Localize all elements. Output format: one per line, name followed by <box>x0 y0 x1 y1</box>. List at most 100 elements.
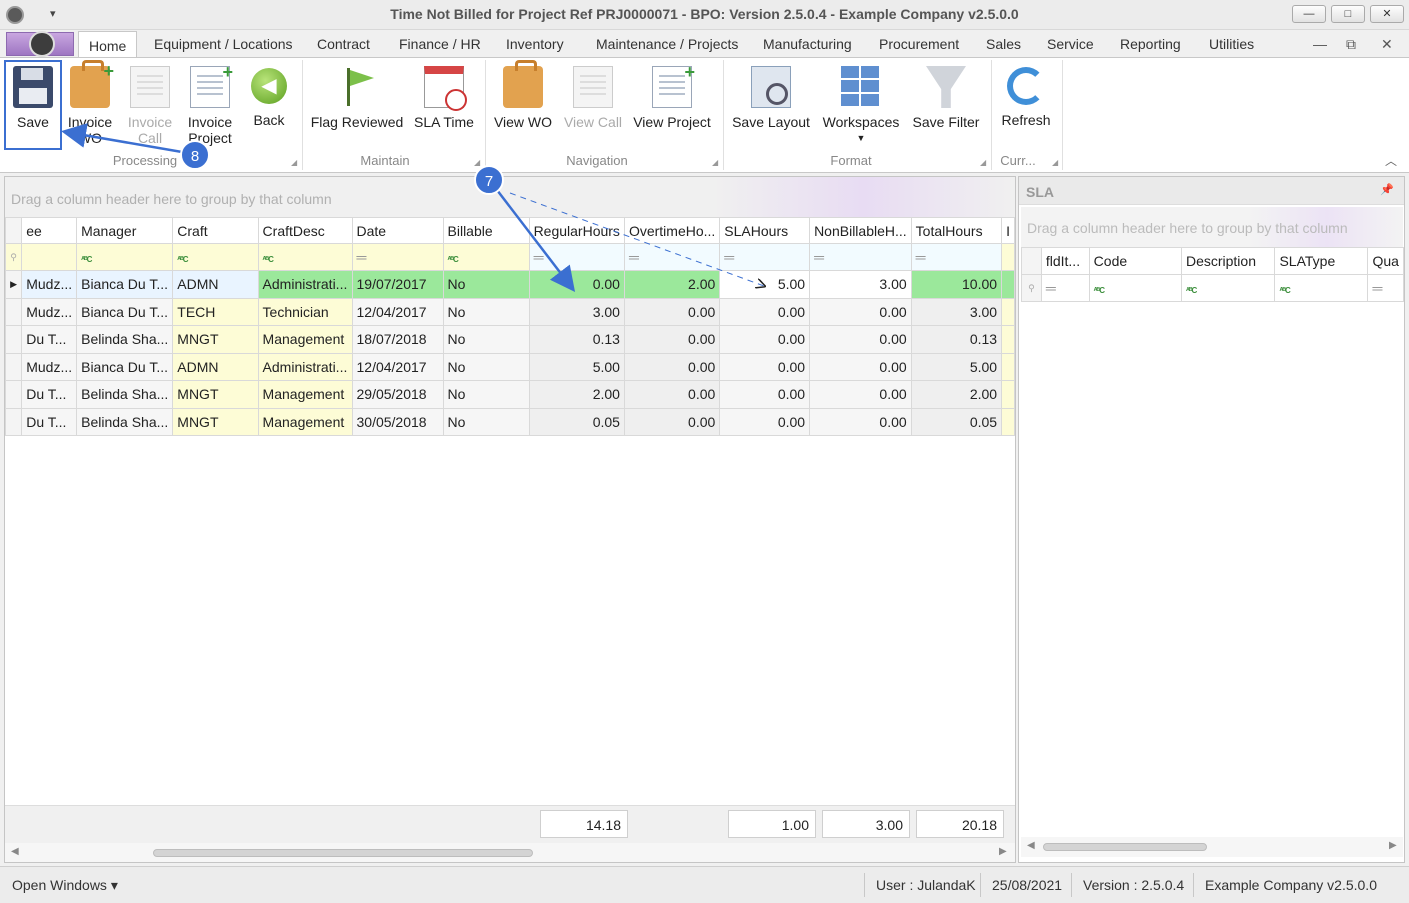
workspaces-button[interactable]: Workspaces ▼ <box>822 62 900 146</box>
minimize-button[interactable]: — <box>1292 5 1326 23</box>
cell-sla-hours[interactable]: 0.00 <box>719 407 811 436</box>
file-menu-button[interactable] <box>6 31 74 57</box>
cell-regular-hours[interactable]: 3.00 <box>528 297 625 326</box>
cell-date[interactable]: 12/04/2017 <box>351 352 444 381</box>
maximize-button[interactable]: □ <box>1331 5 1365 23</box>
tab-utilities[interactable]: Utilities <box>1209 36 1254 52</box>
column-header-manager[interactable]: Manager <box>76 217 174 244</box>
cell-more[interactable] <box>1001 407 1015 436</box>
sla-column-header-quantity[interactable]: Qua <box>1367 247 1404 275</box>
cell-date[interactable]: 19/07/2017 <box>351 270 444 299</box>
filter-cell-manager[interactable]: ᴬᴮC <box>76 243 174 271</box>
tab-service[interactable]: Service <box>1047 36 1094 52</box>
invoice-project-button[interactable]: + Invoice Project <box>184 62 236 146</box>
cell-total-hours[interactable]: 0.13 <box>910 325 1003 354</box>
column-header-total-hours[interactable]: TotalHours <box>910 217 1003 244</box>
cell-employee[interactable]: Du T... <box>21 380 78 409</box>
table-row[interactable]: Mudz... Bianca Du T... TECH Technician 1… <box>5 297 1015 326</box>
table-row[interactable]: Du T... Belinda Sha... MNGT Management 1… <box>5 325 1015 354</box>
cell-total-hours[interactable]: 2.00 <box>910 380 1003 409</box>
tab-procurement[interactable]: Procurement <box>879 36 959 52</box>
scrollbar-thumb[interactable] <box>1043 843 1207 851</box>
mdi-close-button[interactable]: ✕ <box>1381 36 1393 53</box>
cell-manager[interactable]: Bianca Du T... <box>76 352 174 381</box>
column-header-overtime-hours[interactable]: OvertimeHo... <box>623 217 721 244</box>
group-by-area[interactable]: Drag a column header here to group by th… <box>5 177 1015 217</box>
cell-nonbillable-hours[interactable]: 0.00 <box>809 352 912 381</box>
cell-manager[interactable]: Bianca Du T... <box>76 270 174 299</box>
cell-craft[interactable]: MNGT <box>172 325 259 354</box>
cell-craftdesc[interactable]: Administrati... <box>257 270 353 299</box>
sla-filter-flditem[interactable]: ═ <box>1040 274 1090 302</box>
cell-employee[interactable]: Du T... <box>21 325 78 354</box>
tab-contract[interactable]: Contract <box>317 36 370 52</box>
cell-overtime-hours[interactable]: 0.00 <box>623 352 721 381</box>
filter-cell-more[interactable] <box>1001 243 1015 271</box>
cell-total-hours[interactable]: 5.00 <box>910 352 1003 381</box>
cell-nonbillable-hours[interactable]: 3.00 <box>809 270 912 299</box>
invoice-wo-button[interactable]: + Invoice WO <box>64 60 116 146</box>
column-header-employee[interactable]: ee <box>21 217 78 244</box>
save-button[interactable]: Save <box>8 62 58 130</box>
dialog-launcher-icon[interactable]: ◢ <box>712 158 718 167</box>
cell-craftdesc[interactable]: Management <box>257 407 353 436</box>
cell-overtime-hours[interactable]: 0.00 <box>623 297 721 326</box>
back-button[interactable]: ◀ Back <box>246 62 292 128</box>
cell-regular-hours[interactable]: 5.00 <box>528 352 625 381</box>
cell-regular-hours[interactable]: 0.13 <box>528 325 625 354</box>
cell-billable[interactable]: No <box>442 380 530 409</box>
tab-maintenance-projects[interactable]: Maintenance / Projects <box>596 36 738 52</box>
mdi-restore-button[interactable]: ⧉ <box>1346 36 1356 53</box>
cell-date[interactable]: 12/04/2017 <box>351 297 444 326</box>
cell-more[interactable] <box>1001 270 1015 299</box>
open-windows-menu[interactable]: Open Windows ▾ <box>12 877 118 894</box>
sla-column-header-flditem[interactable]: fldIt... <box>1040 247 1090 275</box>
cell-sla-hours[interactable]: 0.00 <box>719 380 811 409</box>
flag-reviewed-button[interactable]: Flag Reviewed <box>310 62 404 130</box>
cell-sla-hours[interactable]: 0.00 <box>719 352 811 381</box>
dialog-launcher-icon[interactable]: ◢ <box>474 158 480 167</box>
cell-nonbillable-hours[interactable]: 0.00 <box>809 407 912 436</box>
sla-filter-code[interactable]: ᴬᴮC <box>1088 274 1182 302</box>
cell-overtime-hours[interactable]: 0.00 <box>623 380 721 409</box>
column-header-craft[interactable]: Craft <box>172 217 259 244</box>
tab-reporting[interactable]: Reporting <box>1120 36 1181 52</box>
filter-cell-craft[interactable]: ᴬᴮC <box>172 243 259 271</box>
filter-cell-regular[interactable]: ═ <box>528 243 625 271</box>
cell-manager[interactable]: Belinda Sha... <box>76 407 174 436</box>
table-row[interactable]: Mudz... Bianca Du T... ADMN Administrati… <box>5 352 1015 381</box>
cell-billable[interactable]: No <box>442 270 530 299</box>
cell-nonbillable-hours[interactable]: 0.00 <box>809 325 912 354</box>
filter-cell-employee[interactable] <box>21 243 78 271</box>
view-wo-button[interactable]: View WO <box>492 60 554 130</box>
filter-cell-craftdesc[interactable]: ᴬᴮC <box>257 243 353 271</box>
mdi-minimize-button[interactable]: — <box>1313 36 1327 52</box>
filter-cell-overtime[interactable]: ═ <box>623 243 721 271</box>
cell-sla-hours[interactable]: 0.00 <box>719 325 811 354</box>
close-button[interactable]: ✕ <box>1370 5 1404 23</box>
tab-home[interactable]: Home <box>78 31 138 59</box>
sla-filter-description[interactable]: ᴬᴮC <box>1180 274 1276 302</box>
cell-more[interactable] <box>1001 297 1015 326</box>
tab-equipment-locations[interactable]: Equipment / Locations <box>154 36 293 52</box>
save-filter-button[interactable]: Save Filter <box>910 62 982 130</box>
cell-regular-hours[interactable]: 0.05 <box>528 407 625 436</box>
cell-craftdesc[interactable]: Administrati... <box>257 352 353 381</box>
cell-craft[interactable]: TECH <box>172 297 259 326</box>
cell-craft[interactable]: MNGT <box>172 380 259 409</box>
cell-overtime-hours[interactable]: 0.00 <box>623 325 721 354</box>
cell-total-hours[interactable]: 3.00 <box>910 297 1003 326</box>
cell-employee[interactable]: Mudz... <box>21 297 78 326</box>
cell-overtime-hours[interactable]: 2.00 <box>623 270 721 299</box>
tab-sales[interactable]: Sales <box>986 36 1021 52</box>
cell-regular-hours[interactable]: 0.00 <box>528 270 625 299</box>
cell-sla-hours[interactable]: 0.00 <box>719 297 811 326</box>
scroll-right-icon[interactable]: ▶ <box>999 846 1007 857</box>
cell-manager[interactable]: Belinda Sha... <box>76 325 174 354</box>
cell-craft[interactable]: MNGT <box>172 407 259 436</box>
view-project-button[interactable]: + View Project <box>632 62 712 130</box>
sla-column-header-description[interactable]: Description <box>1180 247 1276 275</box>
dialog-launcher-icon[interactable]: ◢ <box>291 158 297 167</box>
tab-inventory[interactable]: Inventory <box>506 36 564 52</box>
sla-group-by-area[interactable]: Drag a column header here to group by th… <box>1021 207 1403 247</box>
